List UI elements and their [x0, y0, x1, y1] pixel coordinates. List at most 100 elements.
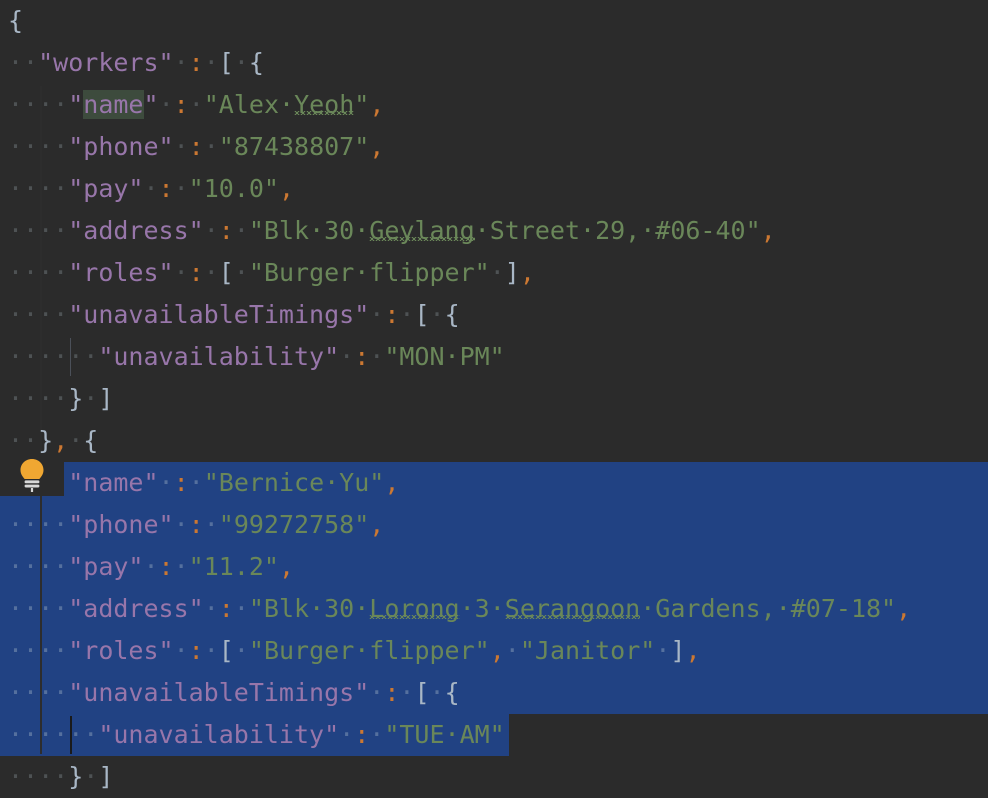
- indent-whitespace: ····: [8, 90, 69, 119]
- whitespace-dot: ·: [203, 510, 219, 539]
- whitespace-dot: ·: [173, 510, 189, 539]
- json-bracket: [: [218, 636, 234, 665]
- code-line[interactable]: ····"phone"·:·"99272758",: [0, 504, 988, 546]
- indent-whitespace: ····: [8, 552, 69, 581]
- json-key: "roles": [68, 636, 174, 665]
- json-punctuation: ,: [489, 636, 505, 665]
- code-line[interactable]: ····"pay"·:·"10.0",: [0, 168, 988, 210]
- json-key: "unavailability": [98, 342, 340, 371]
- code-line[interactable]: ··},·{: [0, 420, 988, 462]
- json-bracket: {: [444, 678, 460, 707]
- json-string: ·Gardens,·#07-18": [640, 594, 897, 623]
- whitespace-dot: ·: [173, 258, 189, 287]
- code-line[interactable]: ····"pay"·:·"11.2",: [0, 546, 988, 588]
- json-punctuation: :: [384, 300, 400, 329]
- code-editor[interactable]: {··"workers"·:·[·{····"name"·:·"Alex·Yeo…: [0, 0, 988, 792]
- code-line[interactable]: ····"name"·:·"Alex·Yeoh",: [0, 84, 988, 126]
- json-punctuation: :: [188, 132, 204, 161]
- whitespace-dot: ·: [429, 678, 445, 707]
- code-line[interactable]: ······"unavailability"·:·"TUE·AM": [0, 714, 988, 756]
- code-line[interactable]: ····"phone"·:·"87438807",: [0, 126, 988, 168]
- json-punctuation: ,: [760, 216, 776, 245]
- json-string: "Alex·: [203, 90, 295, 119]
- indent-whitespace: ····: [8, 300, 69, 329]
- code-line[interactable]: ····}·]: [0, 378, 988, 420]
- whitespace-dot: ·: [399, 678, 415, 707]
- code-line[interactable]: ····"roles"·:·[·"Burger·flipper",·"Janit…: [0, 630, 988, 672]
- whitespace-dot: ·: [203, 216, 219, 245]
- whitespace-dot: ·: [429, 300, 445, 329]
- json-bracket: {: [8, 6, 24, 35]
- whitespace-dot: ·: [203, 258, 219, 287]
- json-punctuation: :: [188, 636, 204, 665]
- intention-bulb-button[interactable]: [0, 454, 64, 496]
- json-string-misspelled: Lorong: [369, 594, 460, 623]
- whitespace-dot: ·: [233, 594, 249, 623]
- code-line[interactable]: {: [0, 0, 988, 42]
- whitespace-dot: ·: [68, 426, 84, 455]
- json-bracket: }: [68, 384, 84, 413]
- whitespace-dot: ·: [203, 48, 219, 77]
- json-key: "pay": [68, 552, 144, 581]
- code-line[interactable]: ····"unavailableTimings"·:·[·{: [0, 294, 988, 336]
- json-punctuation: ,: [53, 426, 69, 455]
- whitespace-dot: ·: [203, 132, 219, 161]
- code-line[interactable]: ····"name"·:·"Bernice·Yu",: [0, 462, 988, 504]
- indent-whitespace: ····: [8, 384, 69, 413]
- code-line[interactable]: ····"address"·:·"Blk·30·Lorong·3·Serango…: [0, 588, 988, 630]
- indent-whitespace: ····: [8, 594, 69, 623]
- json-string: "99272758": [218, 510, 370, 539]
- indent-whitespace: ··: [8, 48, 39, 77]
- json-key: "workers": [38, 48, 174, 77]
- json-string: "Bernice·Yu": [203, 468, 385, 497]
- whitespace-dot: ·: [233, 216, 249, 245]
- indent-whitespace: ··: [8, 426, 39, 455]
- lightbulb-icon: [20, 459, 44, 492]
- indent-whitespace: ····: [8, 678, 69, 707]
- json-key: "phone": [68, 132, 174, 161]
- json-string-misspelled: Serangoon: [504, 594, 641, 623]
- json-punctuation: ,: [369, 90, 385, 119]
- json-key: "address": [68, 594, 204, 623]
- json-string-misspelled: Yeoh: [294, 90, 355, 119]
- json-punctuation: ,: [278, 552, 295, 581]
- json-punctuation: :: [173, 90, 189, 119]
- json-punctuation: ,: [384, 468, 400, 497]
- json-bracket: ]: [98, 384, 114, 413]
- whitespace-dot: ·: [143, 552, 159, 581]
- code-line[interactable]: ····"unavailableTimings"·:·[·{: [0, 672, 988, 714]
- whitespace-dot: ·: [369, 678, 385, 707]
- json-punctuation: ,: [896, 594, 912, 623]
- json-bracket: [: [218, 48, 234, 77]
- code-line[interactable]: ······"unavailability"·:·"MON·PM": [0, 336, 988, 378]
- indent-whitespace: ····: [8, 636, 69, 665]
- json-punctuation: :: [218, 216, 234, 245]
- json-string: "Blk·30·: [248, 594, 370, 623]
- json-bracket: [: [414, 678, 430, 707]
- json-punctuation: :: [173, 468, 189, 497]
- whitespace-dot: ·: [203, 636, 219, 665]
- code-line[interactable]: ····"roles"·:·[·"Burger·flipper"·],: [0, 252, 988, 294]
- whitespace-dot: ·: [339, 720, 355, 749]
- whitespace-dot: ·: [655, 636, 671, 665]
- json-string: ": [354, 90, 370, 119]
- whitespace-dot: ·: [399, 300, 415, 329]
- whitespace-dot: ·: [158, 90, 174, 119]
- indent-whitespace: ····: [8, 510, 69, 539]
- whitespace-dot: ·: [173, 48, 189, 77]
- whitespace-dot: ·: [188, 468, 204, 497]
- json-key: "phone": [68, 510, 174, 539]
- indent-whitespace: ····: [8, 174, 69, 203]
- whitespace-dot: ·: [83, 762, 99, 791]
- whitespace-dot: ·: [369, 720, 385, 749]
- json-punctuation: :: [188, 258, 204, 287]
- code-line[interactable]: ··"workers"·:·[·{: [0, 42, 988, 84]
- json-punctuation: :: [158, 174, 174, 203]
- json-string: "Janitor": [519, 636, 656, 665]
- json-string: "10.0": [188, 174, 279, 203]
- indent-whitespace: ······: [8, 342, 99, 371]
- json-string: "TUE·AM": [384, 720, 505, 749]
- json-punctuation: :: [354, 342, 370, 371]
- whitespace-dot: ·: [504, 636, 520, 665]
- code-line[interactable]: ····"address"·:·"Blk·30·Geylang·Street·2…: [0, 210, 988, 252]
